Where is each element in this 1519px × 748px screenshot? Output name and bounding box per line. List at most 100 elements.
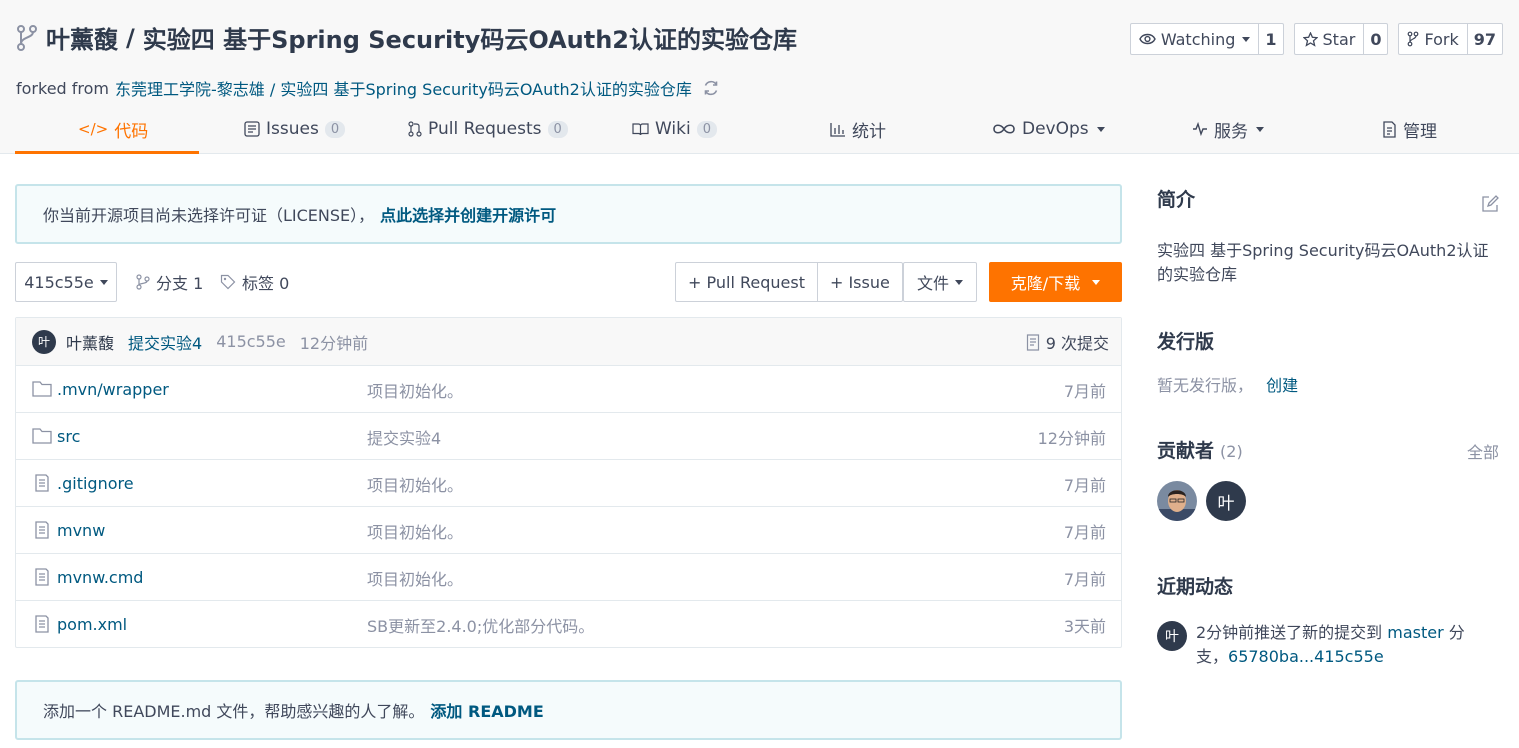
file-commit-message[interactable]: 提交实验4 bbox=[367, 413, 441, 460]
new-pull-request-button[interactable]: + Pull Request bbox=[676, 263, 817, 301]
repo-owner-link[interactable]: 叶薰馥 bbox=[46, 20, 118, 55]
license-notice: 你当前开源项目尚未选择许可证（LICENSE）， 点此选择并创建开源许可 bbox=[15, 184, 1122, 244]
table-row[interactable]: src 提交实验4 12分钟前 bbox=[16, 413, 1121, 460]
file-name-link[interactable]: .gitignore bbox=[57, 460, 134, 507]
file-commit-message[interactable]: 项目初始化。 bbox=[367, 507, 463, 554]
table-row[interactable]: pom.xml SB更新至2.4.0;优化部分代码。 3天前 bbox=[16, 601, 1121, 648]
tab-stats[interactable]: 统计 bbox=[830, 104, 886, 154]
file-commit-time: 12分钟前 bbox=[1037, 428, 1106, 448]
document-settings-icon bbox=[1383, 120, 1396, 138]
create-release-link[interactable]: 创建 bbox=[1266, 376, 1298, 395]
infinity-icon bbox=[993, 124, 1015, 134]
branch-selector[interactable]: 415c55e bbox=[15, 262, 117, 302]
activity-text: 2分钟前推送了新的提交到 master 分支，65780ba...415c55e bbox=[1196, 621, 1496, 669]
new-issue-button[interactable]: + Issue bbox=[816, 263, 902, 301]
repo-name-link[interactable]: 实验四 基于Spring Security码云OAuth2认证的实验仓库 bbox=[143, 20, 797, 55]
avatar[interactable]: 叶 bbox=[1206, 481, 1246, 521]
table-row[interactable]: .gitignore 项目初始化。 7月前 bbox=[16, 460, 1121, 507]
add-readme-link[interactable]: 添加 README bbox=[430, 698, 543, 722]
star-count[interactable]: 0 bbox=[1363, 24, 1387, 54]
file-icon bbox=[35, 521, 49, 539]
table-row[interactable]: mvnw.cmd 项目初始化。 7月前 bbox=[16, 554, 1121, 601]
file-name-link[interactable]: pom.xml bbox=[57, 601, 127, 648]
avatar[interactable]: 叶 bbox=[1157, 621, 1187, 651]
tab-issues-label: Issues bbox=[266, 119, 319, 139]
star-icon bbox=[1302, 31, 1318, 47]
tab-stats-label: 统计 bbox=[852, 121, 886, 142]
repo-actions: Watching 1 Star 0 Fork 97 bbox=[1129, 23, 1503, 55]
file-name-link[interactable]: mvnw bbox=[57, 507, 105, 554]
branch-selector-label: 415c55e bbox=[24, 272, 94, 292]
fork-label: Fork bbox=[1424, 29, 1459, 49]
fork-icon bbox=[17, 24, 37, 51]
file-commit-message[interactable]: SB更新至2.4.0;优化部分代码。 bbox=[367, 601, 594, 648]
watch-button[interactable]: Watching 1 bbox=[1129, 23, 1284, 55]
sidebar: 简介 实验四 基于Spring Security码云OAuth2认证的实验仓库 … bbox=[1157, 185, 1503, 666]
tags-link[interactable]: 标签 0 bbox=[220, 262, 289, 302]
table-row[interactable]: .mvn/wrapper 项目初始化。 7月前 bbox=[16, 366, 1121, 413]
forked-from: forked from 东莞理工学院-黎志雄 / 实验四 基于Spring Se… bbox=[16, 76, 720, 100]
tab-devops[interactable]: DevOps bbox=[992, 104, 1105, 154]
edit-icon[interactable] bbox=[1481, 195, 1499, 213]
chevron-down-icon bbox=[1256, 126, 1264, 132]
branches-count: 分支 1 bbox=[156, 274, 204, 293]
commit-author[interactable]: 叶薰馥 bbox=[66, 330, 114, 354]
sync-icon[interactable] bbox=[702, 79, 720, 97]
file-commit-message[interactable]: 项目初始化。 bbox=[367, 554, 463, 601]
fork-small-icon bbox=[1408, 31, 1419, 47]
clone-download-button[interactable]: 克隆/下载 bbox=[989, 262, 1122, 302]
readme-notice: 添加一个 README.md 文件，帮助感兴趣的人了解。 添加 README bbox=[15, 680, 1122, 740]
file-name-link[interactable]: src bbox=[57, 413, 80, 460]
tab-issues[interactable]: Issues 0 bbox=[244, 104, 346, 154]
tags-count: 标签 0 bbox=[242, 274, 290, 293]
readme-notice-text: 添加一个 README.md 文件，帮助感兴趣的人了解。 bbox=[43, 702, 425, 721]
file-commit-message[interactable]: 项目初始化。 bbox=[367, 366, 463, 413]
folder-icon bbox=[32, 381, 52, 397]
forked-source-link[interactable]: 东莞理工学院-黎志雄 / 实验四 基于Spring Security码云OAut… bbox=[115, 76, 692, 100]
commit-count-link[interactable]: 9 次提交 bbox=[1026, 318, 1109, 366]
fork-count[interactable]: 97 bbox=[1466, 24, 1502, 54]
commit-hash[interactable]: 415c55e bbox=[216, 332, 286, 351]
file-name-link[interactable]: .mvn/wrapper bbox=[57, 366, 169, 413]
activity-compare-link[interactable]: 65780ba...415c55e bbox=[1228, 647, 1384, 666]
activity-item: 叶 2分钟前推送了新的提交到 master 分支，65780ba...415c5… bbox=[1157, 621, 1503, 669]
avatar[interactable]: 叶 bbox=[32, 329, 56, 354]
tab-services[interactable]: 服务 bbox=[1192, 104, 1264, 154]
tab-wiki-label: Wiki bbox=[655, 119, 691, 139]
activity-branch-link[interactable]: master bbox=[1387, 623, 1443, 642]
forked-from-label: forked from bbox=[16, 78, 110, 98]
releases-title: 发行版 bbox=[1157, 331, 1215, 353]
file-icon bbox=[35, 615, 49, 633]
fork-button[interactable]: Fork 97 bbox=[1398, 23, 1503, 55]
latest-commit-bar: 叶 叶薰馥 提交实验4 415c55e 12分钟前 9 次提交 bbox=[16, 318, 1121, 366]
file-commit-time: 7月前 bbox=[1063, 381, 1106, 401]
file-name-link[interactable]: mvnw.cmd bbox=[57, 554, 143, 601]
all-contributors-link[interactable]: 全部 bbox=[1467, 439, 1499, 463]
chevron-down-icon bbox=[955, 279, 963, 285]
commit-message-link[interactable]: 提交实验4 bbox=[128, 330, 202, 354]
tab-devops-label: DevOps bbox=[1022, 119, 1089, 139]
file-commit-time: 3天前 bbox=[1063, 616, 1106, 636]
watch-count[interactable]: 1 bbox=[1258, 24, 1282, 54]
repo-title-separator: / bbox=[126, 23, 135, 52]
commit-count: 9 次提交 bbox=[1045, 334, 1109, 353]
tab-wiki[interactable]: Wiki 0 bbox=[632, 104, 718, 154]
branches-link[interactable]: 分支 1 bbox=[136, 262, 203, 302]
tab-code[interactable]: </> 代码 bbox=[78, 104, 148, 154]
file-list: 叶 叶薰馥 提交实验4 415c55e 12分钟前 9 次提交 .mvn/wra… bbox=[15, 317, 1122, 648]
tab-manage[interactable]: 管理 bbox=[1382, 104, 1437, 154]
file-menu-button[interactable]: 文件 bbox=[903, 262, 977, 302]
table-row[interactable]: mvnw 项目初始化。 7月前 bbox=[16, 507, 1121, 554]
star-button[interactable]: Star 0 bbox=[1293, 23, 1389, 55]
intro-text: 实验四 基于Spring Security码云OAuth2认证的实验仓库 bbox=[1157, 241, 1489, 284]
file-commit-message[interactable]: 项目初始化。 bbox=[367, 460, 463, 507]
eye-icon bbox=[1139, 33, 1156, 45]
create-license-link[interactable]: 点此选择并创建开源许可 bbox=[380, 202, 556, 226]
file-icon bbox=[35, 568, 49, 586]
contributors-label: 贡献者 bbox=[1157, 440, 1215, 462]
avatar[interactable] bbox=[1157, 481, 1197, 521]
repo-toolbar: 415c55e 分支 1 标签 0 + Pull Request + Issue… bbox=[15, 262, 1122, 302]
file-commit-time: 7月前 bbox=[1063, 475, 1106, 495]
tab-pull-requests[interactable]: Pull Requests 0 bbox=[408, 104, 568, 154]
file-menu-label: 文件 bbox=[916, 274, 949, 293]
